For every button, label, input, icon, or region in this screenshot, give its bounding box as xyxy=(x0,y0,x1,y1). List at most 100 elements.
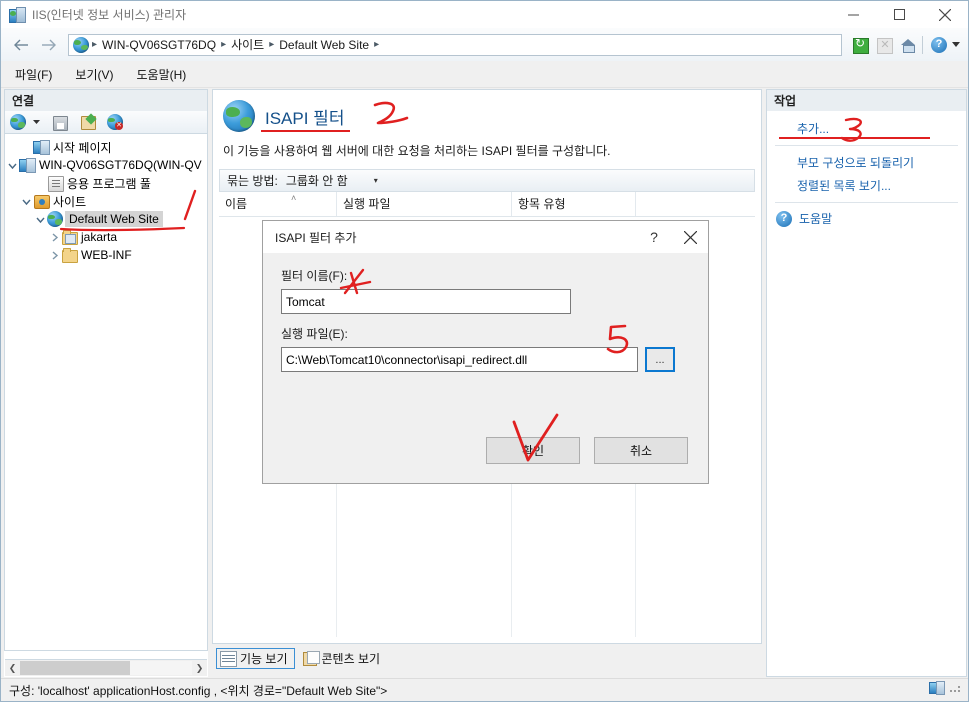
group-by-bar: 묶는 방법: 그룹화 안 함 ▾ xyxy=(219,168,755,192)
minimize-button[interactable] xyxy=(830,1,876,28)
scrollbar-track[interactable] xyxy=(20,661,192,675)
status-bar: 구성: 'localhost' applicationHost.config ,… xyxy=(1,678,968,701)
column-header-executable[interactable]: 실행 파일 xyxy=(337,191,512,216)
dialog-help-button[interactable]: ? xyxy=(636,222,672,253)
menu-view[interactable]: 보기(V) xyxy=(66,63,122,86)
add-action-link[interactable]: 추가... xyxy=(767,117,966,140)
ok-button[interactable]: 확인 xyxy=(486,437,580,464)
tree-item-start-page[interactable]: 시작 페이지 xyxy=(5,138,207,156)
actions-divider xyxy=(775,202,958,203)
globe-icon xyxy=(73,36,89,53)
breadcrumb-item-default-web-site[interactable]: Default Web Site xyxy=(275,38,373,52)
connections-toolbar: ✕ xyxy=(4,111,208,134)
forward-button[interactable] xyxy=(35,33,62,57)
tree-item-default-web-site[interactable]: Default Web Site xyxy=(5,210,207,228)
breadcrumb-separator: ▸ xyxy=(221,38,227,50)
view-ordered-list-action-link[interactable]: 정렬된 목록 보기... xyxy=(767,174,966,197)
help-circle-icon: ? xyxy=(776,210,792,227)
tree-item-sites[interactable]: 사이트 xyxy=(5,192,207,210)
breadcrumb-item-server[interactable]: WIN-QV06SGT76DQ xyxy=(98,38,220,52)
actions-panel: 작업 추가... 부모 구성으로 되돌리기 정렬된 목록 보기... ? 도움말 xyxy=(766,89,967,677)
disconnect-icon[interactable]: ✕ xyxy=(105,112,125,132)
page-title-text: ISAPI 필터 xyxy=(265,108,345,128)
chevron-down-icon[interactable] xyxy=(950,42,962,47)
scrollbar-thumb[interactable] xyxy=(20,661,130,675)
stop-icon[interactable]: ✕ xyxy=(873,34,895,56)
home-icon[interactable] xyxy=(897,34,919,56)
refresh-icon[interactable] xyxy=(849,34,871,56)
website-globe-icon xyxy=(47,211,63,227)
view-tabs: 기능 보기 콘텐츠 보기 xyxy=(212,646,762,670)
menu-help[interactable]: 도움말(H) xyxy=(127,63,195,86)
tree-item-label: 사이트 xyxy=(53,194,87,209)
revert-to-parent-action-link[interactable]: 부모 구성으로 되돌리기 xyxy=(767,151,966,174)
column-header-name[interactable]: 이름 ˄ xyxy=(219,191,337,216)
breadcrumb[interactable]: ▸ WIN-QV06SGT76DQ ▸ 사이트 ▸ Default Web Si… xyxy=(68,33,842,56)
dialog-buttons: 확인 취소 xyxy=(263,437,708,464)
group-by-value[interactable]: 그룹화 안 함 xyxy=(286,172,348,189)
connections-tree[interactable]: 시작 페이지 WIN-QV06SGT76DQ(WIN-QV 응용 프로그램 풀 xyxy=(4,134,208,651)
tab-features-view[interactable]: 기능 보기 xyxy=(216,647,295,669)
tree-twisty-collapsed[interactable] xyxy=(47,246,61,264)
filter-name-value: Tomcat xyxy=(286,294,325,309)
menu-bar: 파일(F) 보기(V) 도움말(H) xyxy=(1,61,968,88)
save-icon[interactable] xyxy=(49,112,69,132)
title-bar: IIS(인터넷 정보 서비스) 관리자 xyxy=(1,1,968,28)
tree-item-web-inf[interactable]: WEB-INF xyxy=(5,246,207,264)
executable-path-value: C:\Web\Tomcat10\connector\isapi_redirect… xyxy=(286,352,528,367)
column-header-label: 이름 xyxy=(225,197,248,212)
tree-twisty-expanded[interactable] xyxy=(33,210,47,228)
cancel-button[interactable]: 취소 xyxy=(594,437,688,464)
column-header-entry-type[interactable]: 항목 유형 xyxy=(512,191,636,216)
status-bar-text: 구성: 'localhost' applicationHost.config ,… xyxy=(9,683,388,698)
resize-grip-icon[interactable] xyxy=(950,682,962,694)
tree-twisty xyxy=(19,138,33,156)
maximize-button[interactable] xyxy=(876,1,922,28)
tree-item-label: WIN-QV06SGT76DQ(WIN-QV xyxy=(39,158,202,172)
connections-panel: 연결 ✕ 시작 페이지 WIN-QV06SGT76DQ(WIN-QV 응용 프로… xyxy=(4,89,208,677)
tree-item-jakarta[interactable]: jakarta xyxy=(5,228,207,246)
actions-header-label: 작업 xyxy=(774,94,797,108)
app-pool-icon xyxy=(47,175,64,192)
executable-path-input[interactable]: C:\Web\Tomcat10\connector\isapi_redirect… xyxy=(281,347,638,372)
connections-horizontal-scrollbar[interactable]: ❮ ❯ xyxy=(5,659,207,676)
tree-item-server[interactable]: WIN-QV06SGT76DQ(WIN-QV xyxy=(5,156,207,174)
browse-button[interactable]: ... xyxy=(645,347,675,372)
actions-divider xyxy=(775,145,958,146)
address-bar-tools: ✕ ? xyxy=(847,34,962,56)
column-header-extra[interactable] xyxy=(636,192,755,216)
help-action[interactable]: ? 도움말 xyxy=(767,208,966,229)
page-title-underline-annotation xyxy=(261,129,351,132)
help-icon[interactable]: ? xyxy=(928,34,950,56)
connect-to-server-icon[interactable] xyxy=(77,112,97,132)
menu-file[interactable]: 파일(F) xyxy=(6,63,61,86)
actions-header: 작업 xyxy=(766,89,967,111)
chevron-down-icon[interactable] xyxy=(31,112,41,132)
scroll-left-arrow[interactable]: ❮ xyxy=(5,663,20,674)
sort-ascending-icon: ˄ xyxy=(291,192,297,203)
back-button[interactable] xyxy=(8,33,35,57)
tree-item-app-pools[interactable]: 응용 프로그램 풀 xyxy=(5,174,207,192)
tree-item-label: jakarta xyxy=(81,230,118,244)
filter-name-input[interactable]: Tomcat xyxy=(281,289,571,314)
chevron-down-icon[interactable]: ▾ xyxy=(374,176,378,185)
executable-row: C:\Web\Tomcat10\connector\isapi_redirect… xyxy=(281,347,690,372)
page-description: 이 기능을 사용하여 웹 서버에 대한 요청을 처리하는 ISAPI 필터를 구… xyxy=(223,144,611,158)
breadcrumb-separator: ▸ xyxy=(92,38,98,50)
page-title: ISAPI 필터 xyxy=(261,104,351,132)
dialog-close-button[interactable] xyxy=(672,222,708,253)
tab-content-view[interactable]: 콘텐츠 보기 xyxy=(299,648,387,669)
tree-twisty-collapsed[interactable] xyxy=(47,228,61,246)
tree-twisty-expanded[interactable] xyxy=(5,156,19,174)
page-header: ISAPI 필터 xyxy=(213,90,761,132)
dialog-body: 필터 이름(F): Tomcat 실행 파일(E): C:\Web\Tomcat… xyxy=(263,253,708,372)
features-view-icon xyxy=(220,650,237,667)
navigation-buttons xyxy=(8,33,62,57)
config-icon xyxy=(929,681,945,695)
connect-globe-icon[interactable] xyxy=(8,112,28,132)
close-button[interactable] xyxy=(922,1,968,28)
tree-twisty-expanded[interactable] xyxy=(19,192,33,210)
breadcrumb-item-sites[interactable]: 사이트 xyxy=(227,36,268,53)
window-controls xyxy=(830,1,968,28)
scroll-right-arrow[interactable]: ❯ xyxy=(192,663,207,674)
